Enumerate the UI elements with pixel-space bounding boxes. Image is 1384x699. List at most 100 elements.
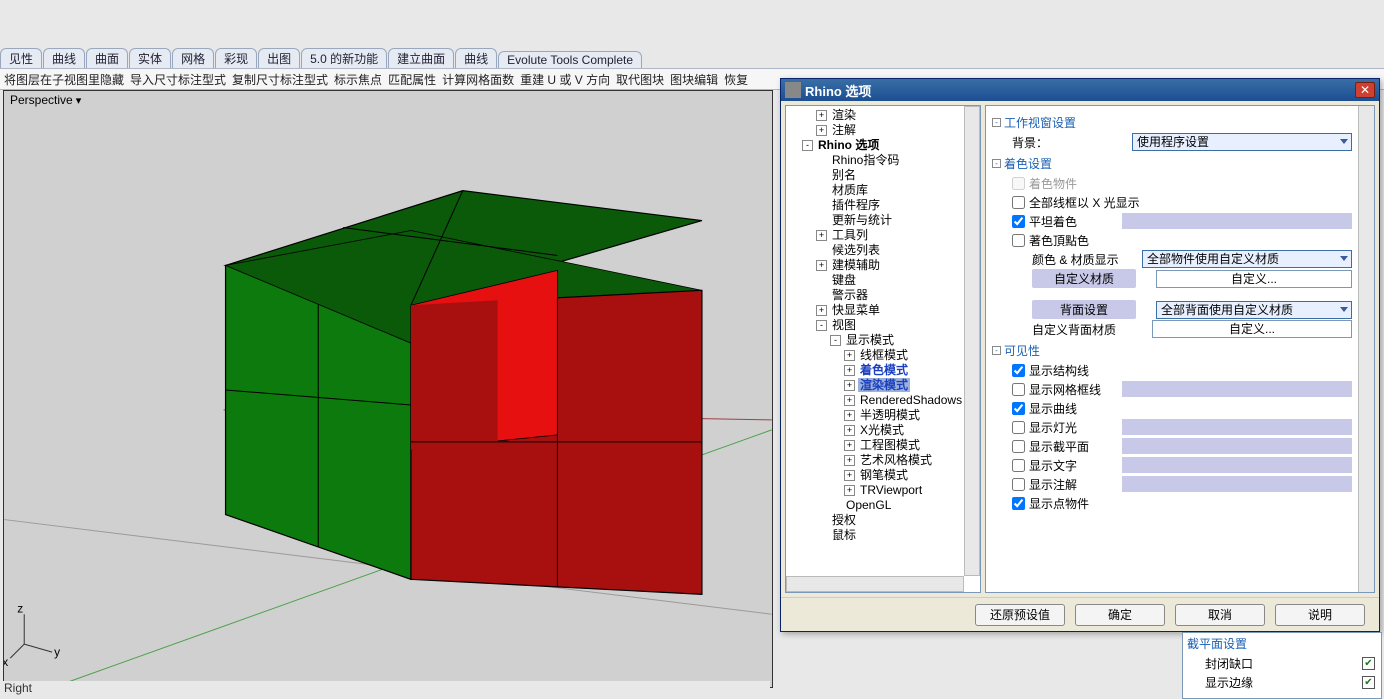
menu-tab[interactable]: 彩现 [215, 48, 257, 68]
tree-item[interactable]: 钢笔模式 [858, 468, 910, 482]
toolbar-item[interactable]: 取代图块 [616, 71, 664, 88]
extra-checkbox[interactable]: ✔ [1362, 676, 1375, 689]
tree-twisty[interactable]: + [816, 230, 827, 241]
toolbar-item[interactable]: 恢复 [724, 71, 748, 88]
tree-item[interactable]: 更新与统计 [830, 213, 894, 227]
tree-twisty[interactable]: + [844, 425, 855, 436]
tree-twisty[interactable]: + [844, 485, 855, 496]
tree-twisty[interactable]: + [844, 455, 855, 466]
tree-twisty[interactable]: + [816, 260, 827, 271]
tree-hscroll[interactable] [786, 576, 964, 592]
toolbar-item[interactable]: 匹配属性 [388, 71, 436, 88]
tree-twisty[interactable]: - [802, 140, 813, 151]
menu-tab[interactable]: 见性 [0, 48, 42, 68]
dialog-button[interactable]: 确定 [1075, 604, 1165, 626]
dialog-button[interactable]: 还原预设值 [975, 604, 1065, 626]
close-icon[interactable]: ✕ [1355, 82, 1375, 98]
dialog-button[interactable]: 取消 [1175, 604, 1265, 626]
tree-item[interactable]: 材质库 [830, 183, 870, 197]
toolbar-item[interactable]: 导入尺寸标注型式 [130, 71, 226, 88]
tree-item[interactable]: 着色模式 [858, 363, 910, 377]
tree-item[interactable]: 艺术风格模式 [858, 453, 934, 467]
visibility-checkbox[interactable] [1012, 478, 1025, 491]
background-select[interactable]: 使用程序设置 [1132, 133, 1352, 151]
tree-twisty[interactable]: + [844, 440, 855, 451]
tree-item[interactable]: RenderedShadows [858, 393, 964, 407]
tree-item[interactable]: 工程图模式 [858, 438, 922, 452]
menu-tab[interactable]: 曲线 [43, 48, 85, 68]
tree-twisty[interactable]: + [844, 380, 855, 391]
section-shade[interactable]: -着色设置 [992, 155, 1352, 172]
visibility-checkbox[interactable] [1012, 364, 1025, 377]
tree-item[interactable]: 注解 [830, 123, 858, 137]
tree-item[interactable]: 半透明模式 [858, 408, 922, 422]
tree-twisty[interactable]: + [844, 395, 855, 406]
tree-item[interactable]: 别名 [830, 168, 858, 182]
tree-twisty[interactable]: + [844, 470, 855, 481]
tree-item[interactable]: 渲染模式 [858, 378, 910, 392]
tree-item[interactable]: 渲染 [830, 108, 858, 122]
tree-item[interactable]: Rhino指令码 [830, 153, 901, 167]
tree-item[interactable]: 警示器 [830, 288, 870, 302]
tree-vscroll[interactable] [964, 106, 980, 576]
tree-twisty[interactable]: + [816, 125, 827, 136]
tree-item[interactable]: 快显菜单 [830, 303, 882, 317]
xray-checkbox[interactable] [1012, 196, 1025, 209]
toolbar-item[interactable]: 标示焦点 [334, 71, 382, 88]
tree-item[interactable]: 视图 [830, 318, 858, 332]
vertex-color-checkbox[interactable] [1012, 234, 1025, 247]
toolbar-item[interactable]: 重建 U 或 V 方向 [520, 71, 610, 88]
tree-item[interactable]: 显示模式 [844, 333, 896, 347]
tree-twisty[interactable]: - [816, 320, 827, 331]
color-material-select[interactable]: 全部物件使用自定义材质 [1142, 250, 1352, 268]
dialog-titlebar[interactable]: Rhino 选项 ✕ [781, 79, 1379, 101]
tree-item[interactable]: 键盘 [830, 273, 858, 287]
toolbar-item[interactable]: 计算网格面数 [442, 71, 514, 88]
visibility-checkbox[interactable] [1012, 440, 1025, 453]
backface-select[interactable]: 全部背面使用自定义材质 [1156, 301, 1352, 319]
tree-item[interactable]: Rhino 选项 [816, 138, 881, 152]
tree-item[interactable]: OpenGL [844, 498, 893, 512]
custom-backface-button[interactable]: 自定义... [1152, 320, 1352, 338]
menu-tab[interactable]: 建立曲面 [388, 48, 454, 68]
toolbar-item[interactable]: 将图层在子视图里隐藏 [4, 71, 124, 88]
menu-tab[interactable]: 5.0 的新功能 [301, 48, 387, 68]
options-vscroll[interactable] [1358, 106, 1374, 592]
visibility-checkbox[interactable] [1012, 459, 1025, 472]
custom-material-button[interactable]: 自定义... [1156, 270, 1352, 288]
tree-item[interactable]: 建模辅助 [830, 258, 882, 272]
visibility-checkbox[interactable] [1012, 402, 1025, 415]
tree-item[interactable]: 工具列 [830, 228, 870, 242]
tree-item[interactable]: 授权 [830, 513, 858, 527]
menu-tab[interactable]: 实体 [129, 48, 171, 68]
section-viewport[interactable]: -工作视窗设置 [992, 114, 1352, 131]
visibility-checkbox[interactable] [1012, 383, 1025, 396]
tree-item[interactable]: 候选列表 [830, 243, 882, 257]
options-tree[interactable]: +渲染+注解-Rhino 选项Rhino指令码别名材质库插件程序更新与统计+工具… [786, 106, 964, 576]
visibility-checkbox[interactable] [1012, 421, 1025, 434]
menu-tab[interactable]: 曲线 [455, 48, 497, 68]
menu-tab[interactable]: 网格 [172, 48, 214, 68]
tree-item[interactable]: 线框模式 [858, 348, 910, 362]
tree-twisty[interactable]: + [816, 305, 827, 316]
tree-item[interactable]: 插件程序 [830, 198, 882, 212]
tree-twisty[interactable]: + [844, 350, 855, 361]
menu-tab[interactable]: 曲面 [86, 48, 128, 68]
tree-item[interactable]: 鼠标 [830, 528, 858, 542]
viewport-perspective[interactable]: Perspective ▾ z y x [3, 90, 773, 688]
menu-tab[interactable]: Evolute Tools Complete [498, 51, 642, 68]
extra-checkbox[interactable]: ✔ [1362, 657, 1375, 670]
flat-shade-checkbox[interactable] [1012, 215, 1025, 228]
tree-twisty[interactable]: - [830, 335, 841, 346]
section-visibility[interactable]: -可见性 [992, 342, 1352, 359]
tree-item[interactable]: TRViewport [858, 483, 924, 497]
dialog-button[interactable]: 说明 [1275, 604, 1365, 626]
tree-twisty[interactable]: + [844, 365, 855, 376]
menu-tab[interactable]: 出图 [258, 48, 300, 68]
tree-item[interactable]: X光模式 [858, 423, 906, 437]
visibility-checkbox[interactable] [1012, 497, 1025, 510]
toolbar-item[interactable]: 复制尺寸标注型式 [232, 71, 328, 88]
tree-twisty[interactable]: + [844, 410, 855, 421]
toolbar-item[interactable]: 图块编辑 [670, 71, 718, 88]
tree-twisty[interactable]: + [816, 110, 827, 121]
